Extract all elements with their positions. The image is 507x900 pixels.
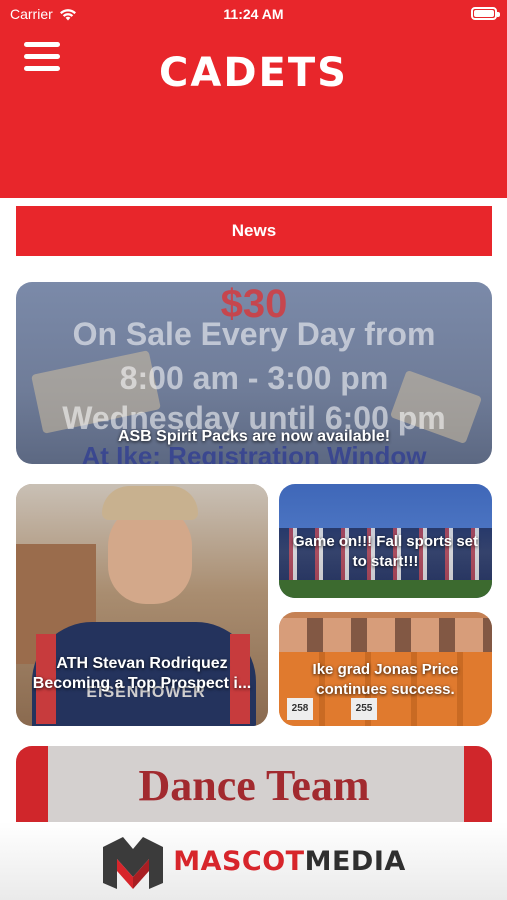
news-card-spirit-packs[interactable]: $30 On Sale Every Day from 8:00 am - 3:0… <box>16 282 492 464</box>
card-image-bib: 258 <box>287 698 313 720</box>
news-card-alumni[interactable]: 258 255 Ike grad Jonas Price continues s… <box>279 612 492 726</box>
card-image-bib: 255 <box>351 698 377 720</box>
card-caption: ATH Stevan Rodriquez Becoming a Top Pros… <box>32 655 252 692</box>
news-tab[interactable]: News <box>16 206 492 256</box>
status-bar: Carrier 11:24 AM <box>0 0 507 28</box>
news-card-fall-sports[interactable]: Game on!!! Fall sports set to start!!! <box>279 484 492 598</box>
card-caption: ASB Spirit Packs are now available! <box>117 428 391 445</box>
card-caption: Game on!!! Fall sports set to start!!! <box>292 533 479 570</box>
brand-name-part1: MASCOT <box>173 845 305 877</box>
status-time: 11:24 AM <box>223 6 284 22</box>
news-card-athlete[interactable]: EISENHOWER ATH Stevan Rodriquez Becoming… <box>16 484 268 726</box>
card-image-title: Dance Team <box>138 761 370 810</box>
mascot-media-logo-icon <box>103 837 164 889</box>
news-tab-label: News <box>231 221 277 240</box>
card-image-line: 8:00 am - 3:00 pm <box>119 360 389 396</box>
card-image-field <box>279 580 492 598</box>
battery-icon <box>471 7 500 20</box>
sponsor-footer[interactable]: MASCOTMEDIA <box>0 822 507 900</box>
card-caption: Ike grad Jonas Price continues success. <box>312 661 459 698</box>
brand-name: MASCOTMEDIA <box>173 846 406 877</box>
card-image-line: On Sale Every Day from <box>72 316 436 352</box>
brand-name-part2: MEDIA <box>304 845 406 877</box>
app-title: CADETS <box>159 50 348 96</box>
app-header: Carrier 11:24 AM CADETS <box>0 0 507 198</box>
card-image-cap <box>102 486 198 520</box>
